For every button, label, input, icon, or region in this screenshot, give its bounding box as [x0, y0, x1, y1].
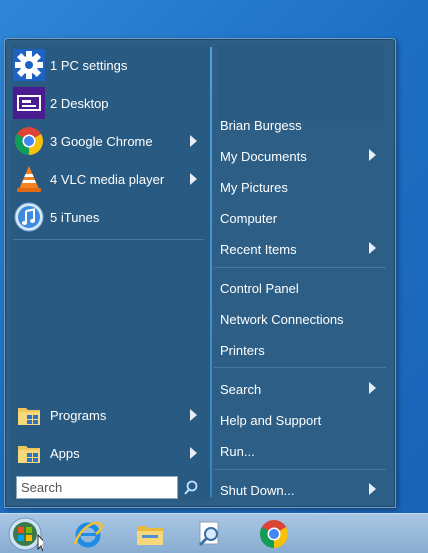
submenu-arrow-icon [190, 135, 197, 147]
menu-item-label: 4 VLC media player [50, 171, 165, 187]
menu-item-label: Apps [50, 445, 80, 461]
internet-explorer-icon[interactable] [68, 516, 108, 552]
apps-folder-icon [13, 437, 45, 469]
shut-down-button[interactable]: Shut Down... [220, 483, 294, 498]
run-link[interactable]: Run... [220, 444, 255, 459]
submenu-arrow-icon [190, 173, 197, 185]
search-magnifier-icon[interactable] [190, 516, 230, 552]
menu-item-label: 5 iTunes [50, 209, 100, 225]
submenu-arrow-icon [369, 149, 376, 161]
menu-item-itunes[interactable]: 5 iTunes [13, 200, 99, 234]
submenu-arrow-icon [190, 447, 197, 459]
control-panel-link[interactable]: Control Panel [220, 281, 299, 296]
start-menu: 1 PC settings 2 Desktop 3 Google Chrome [4, 38, 396, 508]
menu-item-google-chrome[interactable]: 3 Google Chrome [13, 124, 153, 158]
start-orb-icon[interactable] [5, 516, 45, 552]
search-icon[interactable] [182, 479, 200, 497]
menu-item-desktop[interactable]: 2 Desktop [13, 86, 109, 120]
menu-item-vlc[interactable]: 4 VLC media player [13, 162, 164, 196]
itunes-icon [13, 201, 45, 233]
menu-item-label: 1 PC settings [50, 57, 128, 73]
pane-divider [210, 47, 212, 497]
menu-item-apps[interactable]: Apps [13, 436, 80, 470]
left-separator [13, 239, 204, 240]
computer-link[interactable]: Computer [220, 211, 277, 226]
help-support-link[interactable]: Help and Support [220, 413, 321, 428]
vlc-icon [13, 163, 45, 195]
my-documents-link[interactable]: My Documents [220, 149, 307, 164]
printers-link[interactable]: Printers [220, 343, 265, 358]
submenu-arrow-icon [369, 382, 376, 394]
right-separator [214, 267, 386, 268]
chrome-icon[interactable] [254, 516, 294, 552]
menu-item-label: 2 Desktop [50, 95, 109, 111]
taskbar [0, 513, 428, 553]
search-link[interactable]: Search [220, 382, 261, 397]
submenu-arrow-icon [190, 409, 197, 421]
menu-item-programs[interactable]: Programs [13, 398, 106, 432]
user-picture-slot [218, 46, 384, 121]
submenu-arrow-icon [369, 242, 376, 254]
right-separator [214, 367, 386, 368]
user-folder-link[interactable]: Brian Burgess [220, 118, 302, 133]
file-explorer-icon[interactable] [130, 516, 170, 552]
recent-items-link[interactable]: Recent Items [220, 242, 297, 257]
shutdown-options-arrow-icon[interactable] [369, 483, 376, 495]
network-connections-link[interactable]: Network Connections [220, 312, 344, 327]
my-pictures-link[interactable]: My Pictures [220, 180, 288, 195]
chrome-icon [13, 125, 45, 157]
menu-item-label: Programs [50, 407, 107, 423]
menu-item-pc-settings[interactable]: 1 PC settings [13, 48, 127, 82]
menu-item-label: 3 Google Chrome [50, 133, 153, 149]
right-separator [214, 469, 386, 470]
gear-icon [13, 49, 45, 81]
desktop-icon [13, 87, 45, 119]
search-input[interactable] [16, 476, 178, 499]
programs-folder-icon [13, 399, 45, 431]
